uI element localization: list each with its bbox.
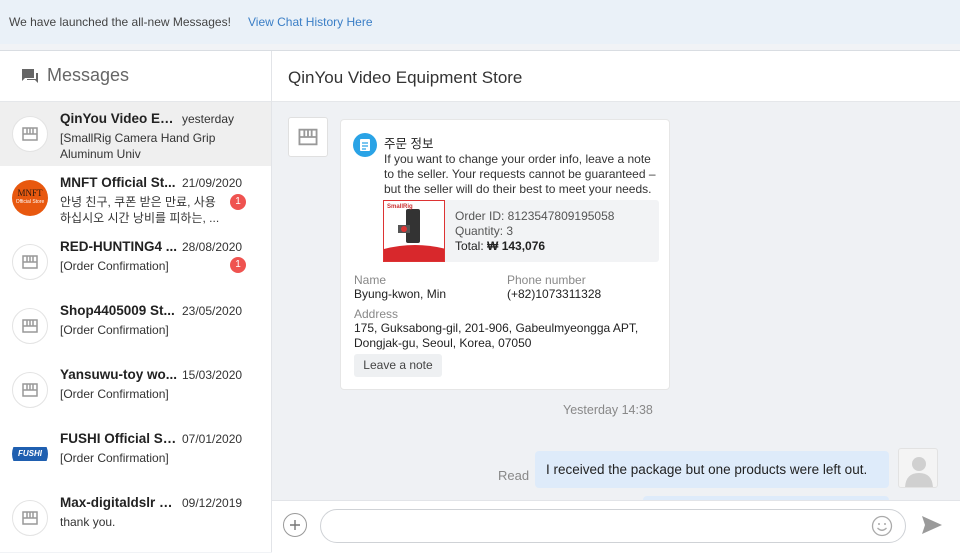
unread-badge: 1 — [230, 194, 246, 210]
store-avatar — [288, 117, 328, 157]
conversation-preview: 안녕 친구, 쿠폰 받은 만료, 사용하십시오 시간 낭비를 피하는, ... — [60, 195, 220, 225]
order-card-description: If you want to change your order info, l… — [384, 152, 656, 196]
conversation-preview: [SmallRig Camera Hand Grip Aluminum Univ — [60, 131, 216, 161]
product-image: SmallRig — [383, 200, 445, 262]
order-card-title: 주문 정보 — [384, 137, 434, 151]
address-value: 175, Guksabong-gil, 201-906, Gabeulmyeon… — [354, 321, 639, 350]
conversation-name: QinYou Video Equi... — [60, 111, 178, 126]
plus-icon — [290, 520, 300, 530]
message-timestamp: Yesterday 14:38 — [563, 403, 653, 417]
store-icon — [22, 511, 38, 525]
sidebar-title: Messages — [47, 65, 130, 85]
store-icon — [22, 127, 38, 141]
conversation-date: 21/09/2020 — [182, 176, 243, 190]
store-avatar — [12, 244, 48, 280]
conversation-preview: [Order Confirmation] — [60, 387, 169, 401]
sent-message-bubble: I received the package but one products … — [535, 451, 889, 488]
message-composer — [272, 500, 960, 553]
announcement-banner: We have launched the all-new Messages! V… — [0, 0, 960, 44]
product-summary[interactable]: SmallRig Order ID: 8123547809195058 Quan… — [383, 200, 659, 262]
conversation-date: 23/05/2020 — [182, 304, 243, 318]
order-quantity: Quantity: 3 — [455, 224, 514, 238]
leave-note-button[interactable]: Leave a note — [354, 354, 442, 377]
conversation-item[interactable]: QinYou Video Equi... yesterday [SmallRig… — [0, 102, 271, 166]
conversation-date: 09/12/2019 — [182, 496, 243, 510]
conversation-preview: [Order Confirmation] — [60, 451, 169, 465]
address-label: Address — [354, 307, 399, 321]
conversation-preview: [Order Confirmation] — [60, 323, 169, 337]
store-icon — [22, 383, 38, 397]
conversation-name: MNFT Official St... — [60, 175, 176, 190]
send-icon[interactable] — [921, 515, 943, 540]
message-thread[interactable]: 주문 정보 If you want to change your order i… — [272, 102, 960, 500]
mnft-logo-avatar: MNFT Official Store — [12, 180, 48, 216]
store-avatar — [12, 308, 48, 344]
conversation-name: RED-HUNTING4 ... — [60, 239, 178, 254]
name-label: Name — [354, 273, 387, 287]
conversation-date: 15/03/2020 — [182, 368, 243, 382]
messages-icon — [20, 67, 40, 90]
conversation-preview: thank you. — [60, 515, 116, 529]
conversation-date: 28/08/2020 — [182, 240, 243, 254]
unread-badge: 1 — [230, 257, 246, 273]
document-icon — [353, 133, 377, 157]
messages-app: Messages QinYou Video Equi... yesterday … — [0, 50, 960, 553]
conversation-sidebar: Messages QinYou Video Equi... yesterday … — [0, 51, 272, 552]
order-total: Total: ₩ 143,076 — [455, 239, 546, 253]
banner-message: We have launched the all-new Messages! — [9, 15, 231, 29]
read-receipt: Read — [498, 468, 530, 483]
chat-title: QinYou Video Equipment Store — [288, 68, 523, 87]
attach-button[interactable] — [283, 513, 307, 537]
conversation-item[interactable]: Max-digitaldslr S... 09/12/2019 thank yo… — [0, 486, 271, 550]
conversation-date: yesterday — [182, 112, 235, 126]
conversation-item[interactable]: Shop4405009 St... 23/05/2020 [Order Conf… — [0, 294, 271, 358]
view-chat-history-link[interactable]: View Chat History Here — [248, 15, 373, 29]
emoji-icon[interactable] — [871, 515, 893, 542]
message-input[interactable] — [320, 509, 906, 543]
conversation-item[interactable]: MNFT Official Store MNFT Official St... … — [0, 166, 271, 230]
fushi-logo-avatar: FUSHI — [12, 436, 48, 472]
name-value: Byung-kwon, Min — [354, 287, 447, 301]
sidebar-header: Messages — [0, 51, 271, 102]
store-avatar — [12, 500, 48, 536]
phone-label: Phone number — [507, 273, 586, 287]
phone-value: (+82)1073311328 — [507, 287, 602, 301]
chat-panel: QinYou Video Equipment Store 주문 정보 If yo… — [272, 51, 960, 553]
user-avatar — [898, 448, 938, 488]
conversation-preview: [Order Confirmation] — [60, 259, 169, 273]
store-avatar — [12, 116, 48, 152]
chat-header: QinYou Video Equipment Store — [272, 51, 960, 102]
conversation-name: Shop4405009 St... — [60, 303, 175, 318]
order-id: Order ID: 8123547809195058 — [455, 209, 615, 223]
conversation-item[interactable]: Yansuwu-toy wo... 15/03/2020 [Order Conf… — [0, 358, 271, 422]
conversation-name: Max-digitaldslr S... — [60, 495, 178, 510]
store-icon — [298, 128, 318, 146]
order-info-card: 주문 정보 If you want to change your order i… — [340, 119, 670, 390]
conversation-name: FUSHI Official St... — [60, 431, 178, 446]
conversation-date: 07/01/2020 — [182, 432, 243, 446]
store-avatar — [12, 372, 48, 408]
store-icon — [22, 255, 38, 269]
store-icon — [22, 319, 38, 333]
conversation-item[interactable]: RED-HUNTING4 ... 28/08/2020 [Order Confi… — [0, 230, 271, 294]
user-icon — [905, 457, 933, 487]
conversation-name: Yansuwu-toy wo... — [60, 367, 178, 382]
conversation-item[interactable]: FUSHI FUSHI Official St... 07/01/2020 [O… — [0, 422, 271, 486]
